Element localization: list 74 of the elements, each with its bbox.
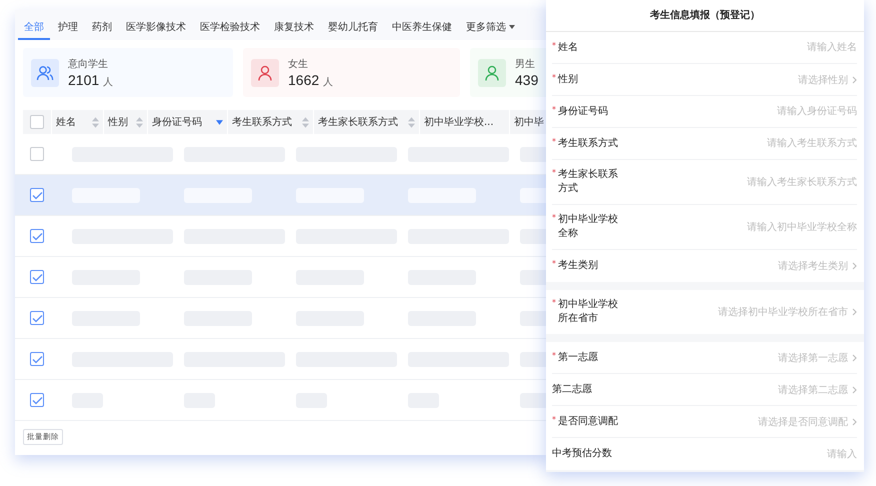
- field-label: 身份证号码: [558, 104, 609, 118]
- column-header: 身份证号码: [152, 116, 202, 129]
- sort-icon[interactable]: [136, 116, 143, 128]
- input-field[interactable]: 请输入身份证号码: [657, 106, 857, 117]
- field-label: 考生家长联系方式: [558, 168, 619, 196]
- row-checkbox[interactable]: [30, 311, 44, 325]
- column-header: 初中毕业学校...: [424, 116, 494, 129]
- sort-icon[interactable]: [408, 116, 415, 128]
- required-mark: *: [552, 350, 557, 360]
- form-title: 考生信息填报（预登记）: [546, 0, 864, 32]
- required-mark: *: [552, 104, 557, 114]
- user-icon: [478, 58, 506, 86]
- field-label: 第二志愿: [552, 382, 593, 396]
- field-label: 初中毕业学校全称: [558, 213, 619, 241]
- chevron-icon: [852, 354, 857, 362]
- field-label: 考生类别: [558, 259, 599, 273]
- required-mark: *: [552, 40, 557, 50]
- users-icon: [31, 58, 59, 86]
- chevron-icon: [852, 418, 857, 426]
- user-icon: [251, 58, 279, 86]
- stat-unit: 人: [323, 76, 334, 88]
- field-label: 中考预估分数: [552, 447, 613, 461]
- row-checkbox[interactable]: [30, 147, 44, 161]
- required-mark: *: [552, 136, 557, 146]
- select-all-checkbox[interactable]: [30, 115, 44, 129]
- stat-label: 女生: [288, 58, 309, 70]
- row-checkbox[interactable]: [30, 229, 44, 243]
- filter-tab[interactable]: 更多筛选: [460, 20, 521, 40]
- field-label: 性别: [558, 72, 579, 86]
- filter-tab[interactable]: 婴幼儿托育: [322, 20, 384, 40]
- row-checkbox[interactable]: [30, 270, 44, 284]
- required-mark: *: [552, 298, 557, 308]
- filter-tab[interactable]: 医学影像技术: [120, 20, 192, 40]
- filter-tab[interactable]: 医学检验技术: [194, 20, 266, 40]
- skeleton-bar: [520, 392, 548, 408]
- required-mark: *: [552, 72, 557, 82]
- required-mark: *: [552, 168, 557, 178]
- field-label: 初中毕业学校所在省市: [558, 298, 619, 326]
- column-header: 考生联系方式: [232, 116, 292, 129]
- chevron-icon: [852, 76, 857, 84]
- sort-icon[interactable]: [302, 116, 309, 128]
- field-label: 第一志愿: [558, 350, 599, 364]
- sort-descending-icon[interactable]: [216, 120, 223, 124]
- stat-value: 439: [515, 72, 538, 88]
- row-checkbox[interactable]: [30, 352, 44, 366]
- row-checkbox[interactable]: [30, 393, 44, 407]
- field-label: 姓名: [558, 40, 579, 54]
- stat-value: 2101: [68, 72, 100, 88]
- sort-icon[interactable]: [92, 116, 99, 128]
- filter-tab[interactable]: 药剂: [86, 20, 118, 40]
- chevron-icon: [852, 308, 857, 316]
- stat-label: 意向学生: [68, 58, 109, 70]
- field-label: 是否同意调配: [558, 414, 619, 428]
- chevron-icon: [852, 386, 857, 394]
- filter-tab[interactable]: 康复技术: [268, 20, 320, 40]
- chevron-icon: [852, 262, 857, 270]
- input-field[interactable]: 请输入: [657, 448, 857, 460]
- stat-value: 1662: [288, 72, 320, 88]
- filter-tab[interactable]: 中医养生保健: [386, 20, 458, 40]
- required-mark: *: [552, 414, 557, 424]
- filter-tab[interactable]: 护理: [52, 20, 84, 40]
- column-header: 性别: [108, 116, 128, 129]
- column-header: 考生家长联系方式: [318, 116, 398, 129]
- required-mark: *: [552, 259, 557, 269]
- stat-unit: 人: [103, 76, 114, 88]
- row-checkbox[interactable]: [30, 188, 44, 202]
- field-label: 考生联系方式: [558, 136, 619, 150]
- column-header: 姓名: [56, 116, 76, 129]
- input-field[interactable]: 请输入姓名: [657, 42, 857, 53]
- column-header: 初中毕: [514, 116, 544, 129]
- filter-tab[interactable]: 全部: [18, 20, 50, 40]
- stat-label: 男生: [515, 58, 536, 71]
- caret-icon: [509, 24, 515, 28]
- required-mark: *: [552, 213, 557, 223]
